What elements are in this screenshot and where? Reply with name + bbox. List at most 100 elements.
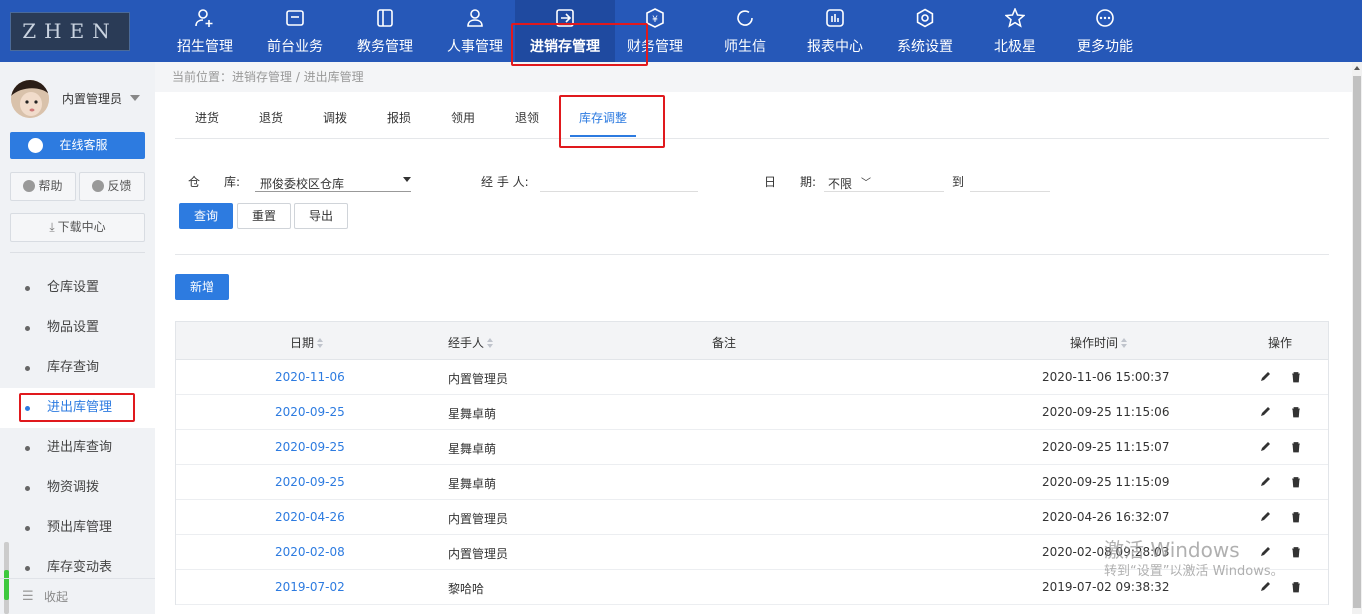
feedback-button[interactable]: 反馈 bbox=[79, 172, 145, 201]
date-select[interactable]: 不限 ﹀ bbox=[824, 168, 944, 192]
date-end-input[interactable] bbox=[970, 168, 1050, 192]
delete-icon[interactable] bbox=[1289, 475, 1303, 489]
sidebar-item-inout-query[interactable]: 进出库查询 bbox=[0, 428, 155, 468]
user-name[interactable]: 内置管理员 bbox=[62, 90, 122, 107]
help-button[interactable]: 帮助 bbox=[10, 172, 76, 201]
header-note: 备注 bbox=[712, 336, 737, 350]
online-service-button[interactable]: 在线客服 bbox=[10, 132, 145, 159]
tab-return[interactable]: 退货 bbox=[259, 109, 283, 126]
sidebar-item-label: 进出库查询 bbox=[47, 440, 113, 455]
edit-icon[interactable] bbox=[1258, 510, 1272, 524]
export-button[interactable]: 导出 bbox=[294, 203, 348, 229]
delete-icon[interactable] bbox=[1289, 510, 1303, 524]
header-handler-label: 经手人 bbox=[448, 336, 485, 350]
message-icon bbox=[737, 10, 753, 26]
header-date[interactable]: 日期 bbox=[290, 334, 324, 351]
edit-icon[interactable] bbox=[1258, 370, 1272, 384]
row-date[interactable]: 2020-09-25 bbox=[275, 440, 345, 454]
nav-message[interactable]: 师生信 bbox=[705, 0, 785, 62]
sidebar-item-warehouse-settings[interactable]: 仓库设置 bbox=[0, 268, 155, 308]
delete-icon[interactable] bbox=[1289, 405, 1303, 419]
download-center-button[interactable]: ⤓ 下载中心 bbox=[10, 213, 145, 242]
table-header: 日期 经手人 备注 操作时间 操作 bbox=[176, 322, 1328, 360]
sidebar-item-label: 库存查询 bbox=[47, 360, 100, 375]
header-date-label: 日期 bbox=[290, 336, 315, 350]
date-label: 日 期: bbox=[764, 175, 817, 189]
bullet bbox=[25, 526, 30, 531]
row-op-time: 2020-04-26 16:32:07 bbox=[1042, 510, 1170, 524]
nav-label: 人事管理 bbox=[447, 39, 503, 55]
sidebar-item-goods-settings[interactable]: 物品设置 bbox=[0, 308, 155, 348]
scroll-up-icon[interactable] bbox=[1354, 66, 1360, 70]
nav-finance[interactable]: ¥ 财务管理 bbox=[615, 0, 695, 62]
nav-settings[interactable]: 系统设置 bbox=[885, 0, 965, 62]
query-button[interactable]: 查询 bbox=[179, 203, 233, 229]
header-handler[interactable]: 经手人 bbox=[448, 334, 494, 351]
page-scrollbar[interactable] bbox=[1352, 62, 1362, 614]
nav-more[interactable]: 更多功能 bbox=[1065, 0, 1145, 62]
top-navbar: ZHEN 招生管理 前台业务 教务管理 人事管理 进销存管理 ¥ 财务管理 师生… bbox=[0, 0, 1362, 62]
collapse-button[interactable]: ☰ 收起 bbox=[0, 578, 155, 614]
activation-watermark-text: 转到“设置”以激活 Windows。 bbox=[1104, 564, 1284, 579]
row-date[interactable]: 2020-02-08 bbox=[275, 545, 345, 559]
avatar[interactable] bbox=[11, 80, 49, 118]
divider bbox=[10, 252, 145, 253]
delete-icon[interactable] bbox=[1289, 370, 1303, 384]
handler-input[interactable] bbox=[540, 168, 698, 192]
row-op-time: 2020-11-06 15:00:37 bbox=[1042, 370, 1170, 384]
row-date[interactable]: 2020-09-25 bbox=[275, 475, 345, 489]
main-content: 当前位置：进销存管理 / 进出库管理 进货 退货 调拨 报损 领用 退领 库存调… bbox=[155, 62, 1352, 614]
tab-transfer[interactable]: 调拨 bbox=[323, 109, 347, 126]
tab-damage[interactable]: 报损 bbox=[387, 109, 411, 126]
sidebar: 内置管理员 在线客服 帮助 反馈 ⤓ 下载中心 仓库设置 物品设置 库存查询 进出… bbox=[0, 62, 155, 614]
row-handler: 星舞卓萌 bbox=[448, 477, 497, 491]
edit-icon[interactable] bbox=[1258, 440, 1272, 454]
nav-academic[interactable]: 教务管理 bbox=[345, 0, 425, 62]
nav-polaris[interactable]: 北极星 bbox=[975, 0, 1055, 62]
tab-stock-adjustment[interactable]: 库存调整 bbox=[569, 109, 637, 137]
edit-icon[interactable] bbox=[1258, 405, 1272, 419]
nav-enrollment[interactable]: 招生管理 bbox=[165, 0, 245, 62]
header-op-time[interactable]: 操作时间 bbox=[1070, 334, 1128, 351]
nav-inventory[interactable]: 进销存管理 bbox=[515, 0, 615, 62]
person-icon bbox=[467, 9, 483, 27]
sidebar-item-pre-outbound[interactable]: 预出库管理 bbox=[0, 508, 155, 548]
row-date[interactable]: 2019-07-02 bbox=[275, 580, 345, 594]
sort-icon bbox=[317, 338, 324, 348]
tab-requisition[interactable]: 领用 bbox=[451, 109, 475, 126]
chevron-down-icon: ﹀ bbox=[861, 178, 871, 189]
sidebar-item-stock-changes[interactable]: 库存变动表 bbox=[0, 548, 155, 578]
table-row: 2020-04-26 内置管理员 2020-04-26 16:32:07 bbox=[176, 500, 1328, 535]
sidebar-item-stock-query[interactable]: 库存查询 bbox=[0, 348, 155, 388]
sidebar-item-transfer[interactable]: 物资调拨 bbox=[0, 468, 155, 508]
row-date[interactable]: 2020-09-25 bbox=[275, 405, 345, 419]
nav-reports[interactable]: 报表中心 bbox=[795, 0, 875, 62]
edit-icon[interactable] bbox=[1258, 545, 1272, 559]
table-row: 2020-09-25 星舞卓萌 2020-09-25 11:15:09 bbox=[176, 465, 1328, 500]
nav-label: 更多功能 bbox=[1077, 39, 1133, 55]
row-date[interactable]: 2020-11-06 bbox=[275, 370, 345, 384]
edit-icon[interactable] bbox=[1258, 580, 1272, 594]
delete-icon[interactable] bbox=[1289, 580, 1303, 594]
table-row: 2020-09-25 星舞卓萌 2020-09-25 11:15:07 bbox=[176, 430, 1328, 465]
scrollbar-thumb[interactable] bbox=[1353, 76, 1361, 608]
finance-icon: ¥ bbox=[646, 8, 664, 28]
row-date[interactable]: 2020-04-26 bbox=[275, 510, 345, 524]
nav-hr[interactable]: 人事管理 bbox=[435, 0, 515, 62]
nav-label: 教务管理 bbox=[357, 39, 413, 55]
feedback-icon bbox=[92, 180, 105, 192]
delete-icon[interactable] bbox=[1289, 545, 1303, 559]
date-value: 不限 bbox=[828, 177, 853, 191]
edit-icon[interactable] bbox=[1258, 475, 1272, 489]
tab-return-requisition[interactable]: 退领 bbox=[515, 109, 539, 126]
star-icon bbox=[1005, 8, 1025, 28]
warehouse-select[interactable]: 邢俊委校区仓库 bbox=[255, 168, 411, 192]
chevron-down-icon[interactable] bbox=[130, 95, 140, 101]
reset-button[interactable]: 重置 bbox=[237, 203, 291, 229]
sidebar-item-inout-management[interactable]: 进出库管理 bbox=[0, 388, 155, 428]
download-label: 下载中心 bbox=[57, 220, 106, 234]
tab-purchase[interactable]: 进货 bbox=[195, 109, 219, 126]
nav-frontdesk[interactable]: 前台业务 bbox=[255, 0, 335, 62]
delete-icon[interactable] bbox=[1289, 440, 1303, 454]
add-button[interactable]: 新增 bbox=[175, 274, 229, 300]
